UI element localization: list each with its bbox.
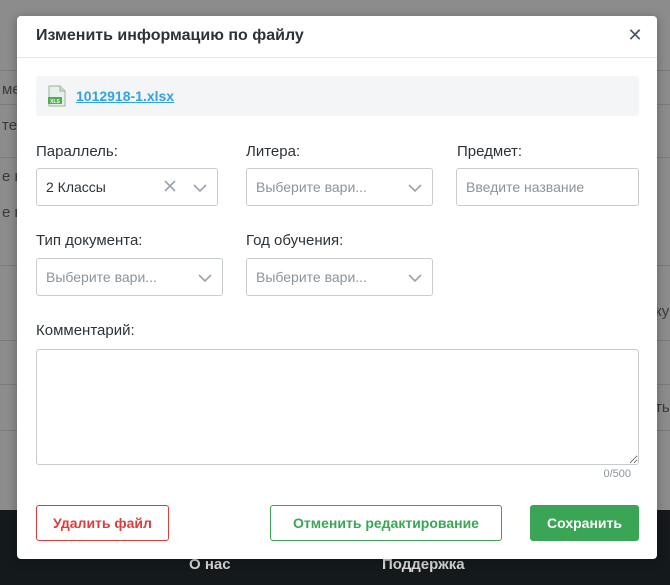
bg-text: те — [2, 117, 18, 134]
xls-icon-label: XLS — [50, 99, 60, 105]
chevron-down-icon — [193, 184, 207, 193]
clear-icon[interactable] — [163, 179, 177, 193]
file-info-box: XLS 1012918-1.xlsx — [36, 76, 639, 116]
comment-char-counter: 0/500 — [603, 468, 631, 480]
xls-file-icon: XLS — [48, 85, 66, 107]
chevron-down-icon — [198, 274, 212, 283]
chevron-down-icon — [408, 184, 422, 193]
close-icon[interactable]: ✕ — [625, 25, 645, 45]
year-placeholder: Выберите вари... — [256, 269, 367, 285]
file-name-link[interactable]: 1012918-1.xlsx — [76, 88, 174, 104]
edit-file-modal: Изменить информацию по файлу ✕ XLS 10129… — [17, 16, 657, 559]
parallel-label: Параллель: — [36, 143, 118, 160]
parallel-selected-value: 2 Классы — [46, 179, 106, 195]
cancel-edit-button[interactable]: Отменить редактирование — [270, 505, 502, 541]
delete-file-button[interactable]: Удалить файл — [36, 505, 169, 541]
modal-title: Изменить информацию по файлу — [36, 27, 304, 44]
litera-placeholder: Выберите вари... — [256, 179, 367, 195]
comment-label: Комментарий: — [36, 322, 135, 339]
litera-label: Литера: — [246, 143, 301, 160]
doc-type-label: Тип документа: — [36, 232, 143, 249]
comment-textarea[interactable] — [36, 349, 639, 465]
subject-input[interactable] — [456, 168, 639, 206]
parallel-select[interactable]: 2 Классы — [36, 168, 218, 206]
litera-select[interactable]: Выберите вари... — [246, 168, 433, 206]
year-select[interactable]: Выберите вари... — [246, 258, 433, 296]
modal-header: Изменить информацию по файлу ✕ — [17, 16, 657, 58]
doc-type-placeholder: Выберите вари... — [46, 269, 157, 285]
doc-type-select[interactable]: Выберите вари... — [36, 258, 223, 296]
subject-label: Предмет: — [457, 143, 523, 160]
save-button[interactable]: Сохранить — [530, 505, 639, 541]
year-label: Год обучения: — [246, 232, 344, 249]
chevron-down-icon — [408, 274, 422, 283]
bg-text: ку — [655, 303, 670, 320]
bg-text: ть — [655, 399, 670, 416]
